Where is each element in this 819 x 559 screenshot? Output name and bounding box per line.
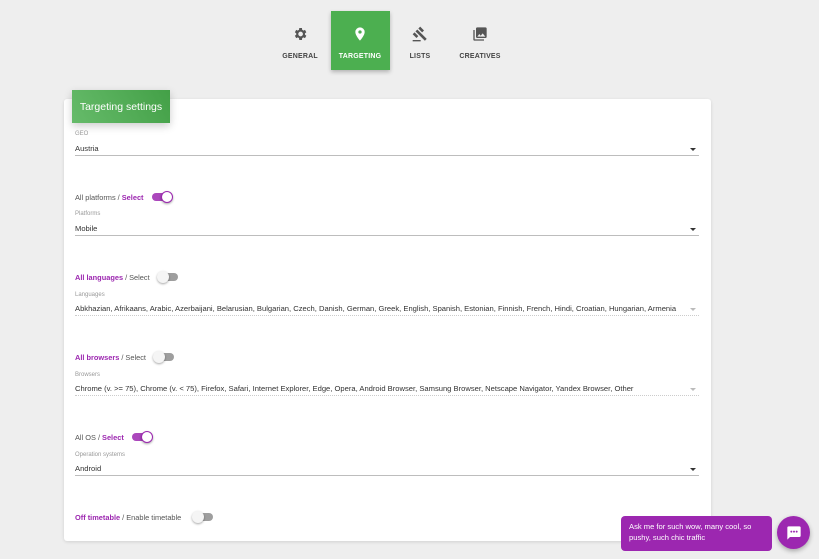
os-label: Operation systems — [75, 452, 126, 458]
os-select-label: Select — [102, 432, 124, 442]
languages-value: Abkhazian, Afrikaans, Arabic, Azerbaijan… — [75, 304, 677, 313]
platforms-toggle-row: All platforms / Select — [75, 190, 173, 204]
browsers-toggle-row: All browsers / Select — [75, 350, 174, 364]
chat-icon — [786, 525, 801, 540]
geo-value: Austria — [75, 144, 99, 153]
tab-general[interactable]: GENERAL — [271, 11, 330, 70]
separator: / — [122, 512, 125, 522]
timetable-toggle-row: Off timetable / Enable timetable — [75, 510, 214, 524]
chat-message[interactable]: Ask me for such wow, many cool, so pushy… — [621, 516, 772, 551]
location-pin-icon — [355, 27, 365, 41]
timetable-enable-label: Enable timetable — [126, 512, 182, 522]
toggle-knob — [152, 351, 165, 363]
timetable-off-label: Off timetable — [75, 512, 121, 522]
platforms-value: Mobile — [75, 224, 98, 233]
os-all-label: All OS — [75, 432, 96, 442]
platforms-label: Platforms — [75, 211, 101, 217]
separator: / — [121, 352, 124, 362]
separator: / — [97, 432, 101, 442]
languages-toggle-row: All languages / Select — [75, 270, 178, 284]
chevron-down-icon — [690, 468, 696, 471]
languages-label: Languages — [75, 292, 105, 298]
languages-toggle[interactable] — [156, 271, 178, 283]
toggle-knob — [156, 271, 169, 283]
geo-label: GEO — [75, 131, 89, 137]
chevron-down-icon — [690, 308, 696, 311]
languages-all-label: All languages — [75, 272, 124, 282]
gear-icon — [294, 28, 307, 40]
timetable-toggle[interactable] — [192, 511, 214, 523]
tab-creatives[interactable]: CREATIVES — [451, 11, 510, 70]
tab-label: LISTS — [409, 53, 431, 60]
separator: / — [117, 192, 120, 202]
chevron-down-icon — [690, 148, 696, 151]
section-tabs: GENERAL TARGETING LISTS CREATIVES — [270, 11, 510, 70]
browsers-all-label: All browsers — [75, 352, 120, 362]
tab-targeting[interactable]: TARGETING — [330, 11, 390, 70]
languages-select[interactable]: Abkhazian, Afrikaans, Arabic, Azerbaijan… — [75, 304, 699, 316]
geo-select[interactable]: Austria — [75, 144, 699, 156]
gavel-icon — [412, 26, 427, 42]
browsers-label: Browsers — [75, 372, 101, 378]
tab-label: TARGETING — [338, 53, 382, 60]
image-library-icon — [473, 27, 487, 41]
os-toggle-row: All OS / Select — [75, 430, 153, 444]
chevron-down-icon — [690, 388, 696, 391]
toggle-knob — [192, 511, 205, 523]
chat-button[interactable] — [777, 516, 810, 549]
platforms-select-label: Select — [121, 192, 144, 202]
tab-label: GENERAL — [282, 53, 318, 60]
card-title: Targeting settings — [72, 90, 170, 123]
browsers-select[interactable]: Chrome (v. >= 75), Chrome (v. < 75), Fir… — [75, 384, 699, 396]
toggle-knob — [160, 191, 173, 203]
platforms-all-label: All platforms — [75, 192, 116, 202]
tab-lists[interactable]: LISTS — [391, 11, 450, 70]
languages-select-label: Select — [129, 272, 150, 282]
separator: / — [125, 272, 128, 282]
chevron-down-icon — [690, 228, 696, 231]
os-select[interactable]: Android — [75, 464, 699, 476]
toggle-knob — [140, 431, 153, 443]
tab-label: CREATIVES — [459, 53, 501, 60]
platforms-toggle[interactable] — [151, 191, 173, 203]
browsers-select-label: Select — [125, 352, 146, 362]
browsers-value: Chrome (v. >= 75), Chrome (v. < 75), Fir… — [75, 384, 634, 393]
platforms-select[interactable]: Mobile — [75, 224, 699, 236]
browsers-toggle[interactable] — [152, 351, 174, 363]
os-toggle[interactable] — [131, 431, 153, 443]
os-value: Android — [75, 464, 102, 473]
